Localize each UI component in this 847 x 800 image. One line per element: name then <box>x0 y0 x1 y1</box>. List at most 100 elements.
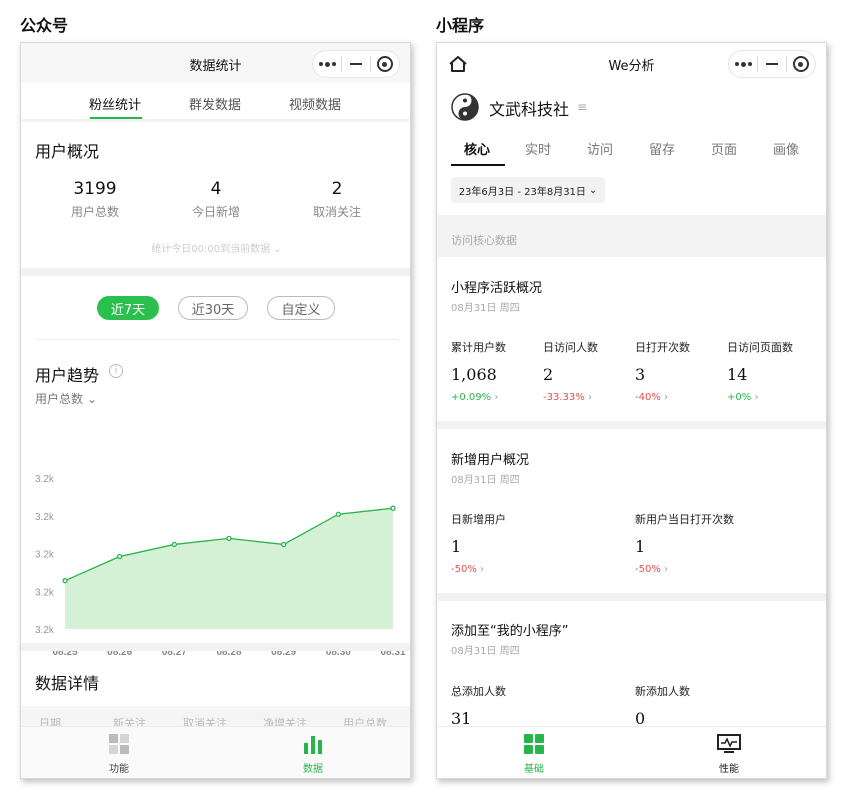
metric-daily-pageviews[interactable]: 日访问页面数 14 +0% › <box>727 339 825 403</box>
data-point[interactable] <box>226 535 232 542</box>
range-7-days-button[interactable]: 近7天 <box>97 296 159 320</box>
minimize-button[interactable] <box>758 51 786 77</box>
trend-title: 用户趋势 <box>35 366 100 385</box>
stat-unfollow: 2 取消关注 <box>287 179 387 220</box>
metric-daily-new-users[interactable]: 日新增用户 1 -50% › <box>451 511 631 575</box>
tab-bar-label: 数据 <box>303 764 323 775</box>
stat-value: 2 <box>331 179 343 199</box>
metric-label: 新用户当日打开次数 <box>635 513 734 526</box>
tab-bar: 功能 数据 <box>21 726 410 778</box>
card-date: 08月31日 周四 <box>451 646 520 657</box>
tab-core[interactable]: 核心 <box>464 139 490 158</box>
metric-value: 1 <box>451 537 462 556</box>
tab-video[interactable]: 视频数据 <box>289 94 341 113</box>
metric-change: +0.09% › <box>451 392 543 403</box>
metric-label: 日访问页面数 <box>727 341 793 354</box>
tab-pages[interactable]: 页面 <box>711 139 737 158</box>
close-button[interactable] <box>371 51 399 77</box>
metric-label: 日打开次数 <box>635 341 690 354</box>
close-target-icon <box>376 56 393 72</box>
more-dots-icon <box>734 61 752 67</box>
minimize-icon <box>765 63 778 65</box>
stat-value: 4 <box>210 179 222 199</box>
metric-change: +0% › <box>727 392 825 403</box>
stats-note: 统计今日00:00到当前数据 ⌄ <box>21 240 410 255</box>
tab-active-indicator <box>451 164 505 166</box>
tab-broadcast[interactable]: 群发数据 <box>189 94 241 113</box>
tab-portrait[interactable]: 画像 <box>773 139 799 158</box>
column-total: 用户总数 <box>343 717 387 726</box>
menu-lines-icon[interactable]: ≡ <box>577 100 587 114</box>
minimize-icon <box>349 63 362 65</box>
data-point[interactable] <box>390 505 396 511</box>
metric-total-added[interactable]: 总添加人数 31 <box>451 683 631 728</box>
monitor-icon <box>717 734 741 753</box>
tab-bar-item-features[interactable]: 功能 <box>89 733 149 775</box>
mini-program-phone: We分析 文武科技社 ≡ 核心 实时 访问 留存 页面 画像 23年6月3日 -… <box>436 42 827 779</box>
close-target-icon <box>792 56 809 72</box>
chevron-right-icon: › <box>664 564 669 575</box>
info-icon[interactable]: i <box>109 364 123 378</box>
tab-bar: 基础 性能 <box>437 726 826 778</box>
metric-label: 总添加人数 <box>451 685 506 698</box>
more-dots-icon <box>318 61 336 67</box>
metric-label: 新添加人数 <box>635 685 690 698</box>
metric-new-added[interactable]: 新添加人数 0 <box>635 683 815 728</box>
tab-bar-item-basic[interactable]: 基础 <box>504 733 564 775</box>
metric-value: 1,068 <box>451 365 497 384</box>
y-tick-label: 3.2k <box>35 625 55 636</box>
stats-note-text: 统计今日00:00到当前数据 <box>151 244 271 255</box>
grid-icon <box>524 734 544 754</box>
navbar: 数据统计 <box>21 43 410 83</box>
data-point[interactable] <box>117 553 123 560</box>
metric-value: 1 <box>635 537 646 556</box>
tab-bar-label: 功能 <box>109 764 129 775</box>
trend-metric-label: 用户总数 <box>35 392 84 406</box>
section-label: 访问核心数据 <box>451 234 517 247</box>
column-date: 日期 <box>39 717 61 726</box>
user-trend-chart: 3.2k3.2k3.2k3.2k3.2k08.25 08.26 08.27 08.28… <box>35 474 406 658</box>
date-range-selector[interactable]: 23年6月3日 - 23年8月31日 ⌄ <box>451 177 605 203</box>
card-date: 08月31日 周四 <box>451 475 520 486</box>
metric-new-user-opens[interactable]: 新用户当日打开次数 1 -50% › <box>635 511 815 575</box>
data-point[interactable] <box>281 541 287 548</box>
range-custom-button[interactable]: 自定义 <box>267 296 335 320</box>
metric-daily-opens[interactable]: 日打开次数 3 -40% › <box>635 339 727 403</box>
chevron-right-icon: › <box>664 392 669 403</box>
tab-bar-item-performance[interactable]: 性能 <box>699 733 759 775</box>
chevron-right-icon: › <box>480 564 485 575</box>
trend-metric-dropdown[interactable]: 用户总数 ⌄ <box>35 390 97 407</box>
change-text: -50% <box>451 564 477 575</box>
details-title: 数据详情 <box>35 674 100 693</box>
range-30-days-button[interactable]: 近30天 <box>178 296 248 320</box>
stat-total-users: 3199 用户总数 <box>45 179 145 220</box>
tab-bar-item-data[interactable]: 数据 <box>283 733 343 775</box>
date-range-text: 23年6月3日 - 23年8月31日 <box>458 186 586 198</box>
capsule-menu <box>728 50 816 78</box>
data-point[interactable] <box>171 541 177 548</box>
metric-cumulative-users[interactable]: 累计用户数 1,068 +0.09% › <box>451 339 543 403</box>
chevron-down-icon: ⌄ <box>86 392 97 406</box>
change-text: -50% <box>635 564 661 575</box>
grid-icon <box>109 734 129 754</box>
card-title-new-users: 新增用户概况 <box>451 453 530 468</box>
metric-daily-visitors[interactable]: 日访问人数 2 -33.33% › <box>543 339 635 403</box>
close-button[interactable] <box>787 51 815 77</box>
tab-retention[interactable]: 留存 <box>649 139 675 158</box>
card-date: 08月31日 周四 <box>451 303 520 314</box>
more-menu-button[interactable] <box>313 51 341 77</box>
more-menu-button[interactable] <box>729 51 757 77</box>
stat-label: 用户总数 <box>70 205 119 219</box>
series-area <box>65 508 393 629</box>
change-text: +0% <box>727 392 752 403</box>
chevron-right-icon: › <box>754 392 759 403</box>
metric-label: 累计用户数 <box>451 341 506 354</box>
data-point[interactable] <box>335 511 341 517</box>
tab-fans[interactable]: 粉丝统计 <box>89 94 141 113</box>
tab-realtime[interactable]: 实时 <box>525 139 551 158</box>
data-point[interactable] <box>62 578 68 584</box>
change-text: -33.33% <box>543 392 585 403</box>
tab-visit[interactable]: 访问 <box>587 139 613 158</box>
minimize-button[interactable] <box>342 51 370 77</box>
navbar: We分析 <box>437 43 826 83</box>
